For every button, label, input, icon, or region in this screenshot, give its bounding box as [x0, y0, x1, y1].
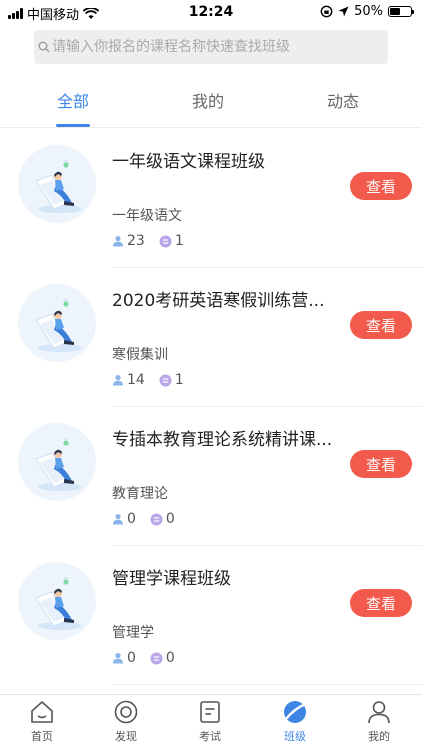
nav-home-label: 首页: [31, 730, 53, 743]
member-count: 14: [112, 372, 145, 388]
class-title: 管理学课程班级: [112, 569, 231, 589]
post-count-value: 1: [174, 372, 184, 388]
member-count: 23: [112, 233, 145, 249]
nav-profile[interactable]: 我的: [349, 699, 409, 744]
nav-class[interactable]: 班级: [265, 699, 325, 744]
class-thumbnail: [18, 562, 96, 640]
member-count-value: 0: [127, 511, 136, 527]
post-count-value: 1: [174, 233, 184, 249]
member-count-value: 14: [127, 372, 145, 388]
studying-person-illustration: [35, 438, 82, 491]
posts-icon: [150, 652, 163, 664]
class-subtitle: 管理学: [112, 625, 154, 641]
search-bar[interactable]: [34, 30, 388, 64]
class-title: 2020考研英语寒假训练营...: [112, 291, 325, 311]
class-stats: 14 1: [112, 372, 198, 388]
status-bar: 中国移动 12:24 50%: [0, 0, 422, 24]
class-card[interactable]: 一年级语文课程班级 一年级语文 23 1 查看: [0, 129, 422, 268]
posts-icon: [159, 374, 172, 386]
view-class-button[interactable]: 查看: [350, 450, 412, 478]
member-count: 0: [112, 650, 136, 666]
exam-icon: [200, 701, 220, 723]
location-icon: [338, 6, 349, 17]
post-count: 1: [159, 233, 184, 249]
bottom-nav: 首页 发现 考试 班级 我的: [0, 694, 422, 750]
profile-icon: [368, 701, 390, 724]
class-stats: 0 0: [112, 511, 189, 527]
class-subtitle: 教育理论: [112, 486, 168, 502]
class-card[interactable]: 2020考研英语寒假训练营... 寒假集训 14 1 查看: [0, 268, 422, 407]
member-count-value: 23: [127, 233, 145, 249]
search-input[interactable]: [52, 39, 372, 55]
post-count: 1: [159, 372, 184, 388]
battery-icon: [388, 6, 414, 17]
battery-percent: 50%: [354, 4, 383, 19]
active-tab-indicator: [56, 124, 90, 127]
search-icon: [38, 41, 50, 53]
rotation-lock-icon: [320, 5, 333, 18]
class-subtitle: 寒假集训: [112, 347, 168, 363]
tab-bar: 全部 我的 动态: [0, 80, 422, 128]
posts-icon: [150, 513, 163, 525]
class-card[interactable]: 专插本教育理论系统精讲课... 教育理论 0 0 查看: [0, 407, 422, 546]
nav-discover-label: 发现: [115, 730, 137, 743]
tab-all[interactable]: 全部: [33, 88, 113, 112]
nav-profile-label: 我的: [368, 730, 390, 743]
member-count: 0: [112, 511, 136, 527]
member-count-value: 0: [127, 650, 136, 666]
post-count-value: 0: [165, 650, 175, 666]
post-count: 0: [150, 650, 175, 666]
view-class-button[interactable]: 查看: [350, 311, 412, 339]
members-icon: [113, 653, 123, 664]
status-bar-right: 50%: [320, 4, 414, 19]
post-count: 0: [150, 511, 175, 527]
tab-mine[interactable]: 我的: [168, 88, 248, 112]
view-class-button[interactable]: 查看: [350, 172, 412, 200]
nav-home[interactable]: 首页: [12, 699, 72, 744]
post-count-value: 0: [165, 511, 175, 527]
class-title: 专插本教育理论系统精讲课...: [112, 430, 333, 450]
tab-activity[interactable]: 动态: [303, 88, 383, 112]
class-title: 一年级语文课程班级: [112, 152, 265, 172]
class-card[interactable]: 管理学课程班级 管理学 0 0 查看: [0, 546, 422, 685]
studying-person-illustration: [35, 577, 82, 630]
class-stats: 23 1: [112, 233, 198, 249]
members-icon: [113, 236, 123, 247]
studying-person-illustration: [35, 299, 82, 352]
nav-exam[interactable]: 考试: [180, 699, 240, 744]
class-stats: 0 0: [112, 650, 189, 666]
class-thumbnail: [18, 423, 96, 501]
view-class-button[interactable]: 查看: [350, 589, 412, 617]
nav-class-label: 班级: [284, 730, 306, 743]
posts-icon: [159, 235, 172, 247]
class-icon: [284, 701, 307, 723]
studying-person-illustration: [35, 160, 82, 213]
class-subtitle: 一年级语文: [112, 208, 182, 224]
nav-discover[interactable]: 发现: [96, 699, 156, 744]
nav-exam-label: 考试: [199, 730, 221, 743]
home-icon: [31, 701, 53, 723]
class-thumbnail: [18, 284, 96, 362]
members-icon: [113, 375, 123, 386]
divider: [112, 684, 422, 685]
discover-icon: [114, 700, 138, 724]
members-icon: [113, 514, 123, 525]
class-thumbnail: [18, 145, 96, 223]
